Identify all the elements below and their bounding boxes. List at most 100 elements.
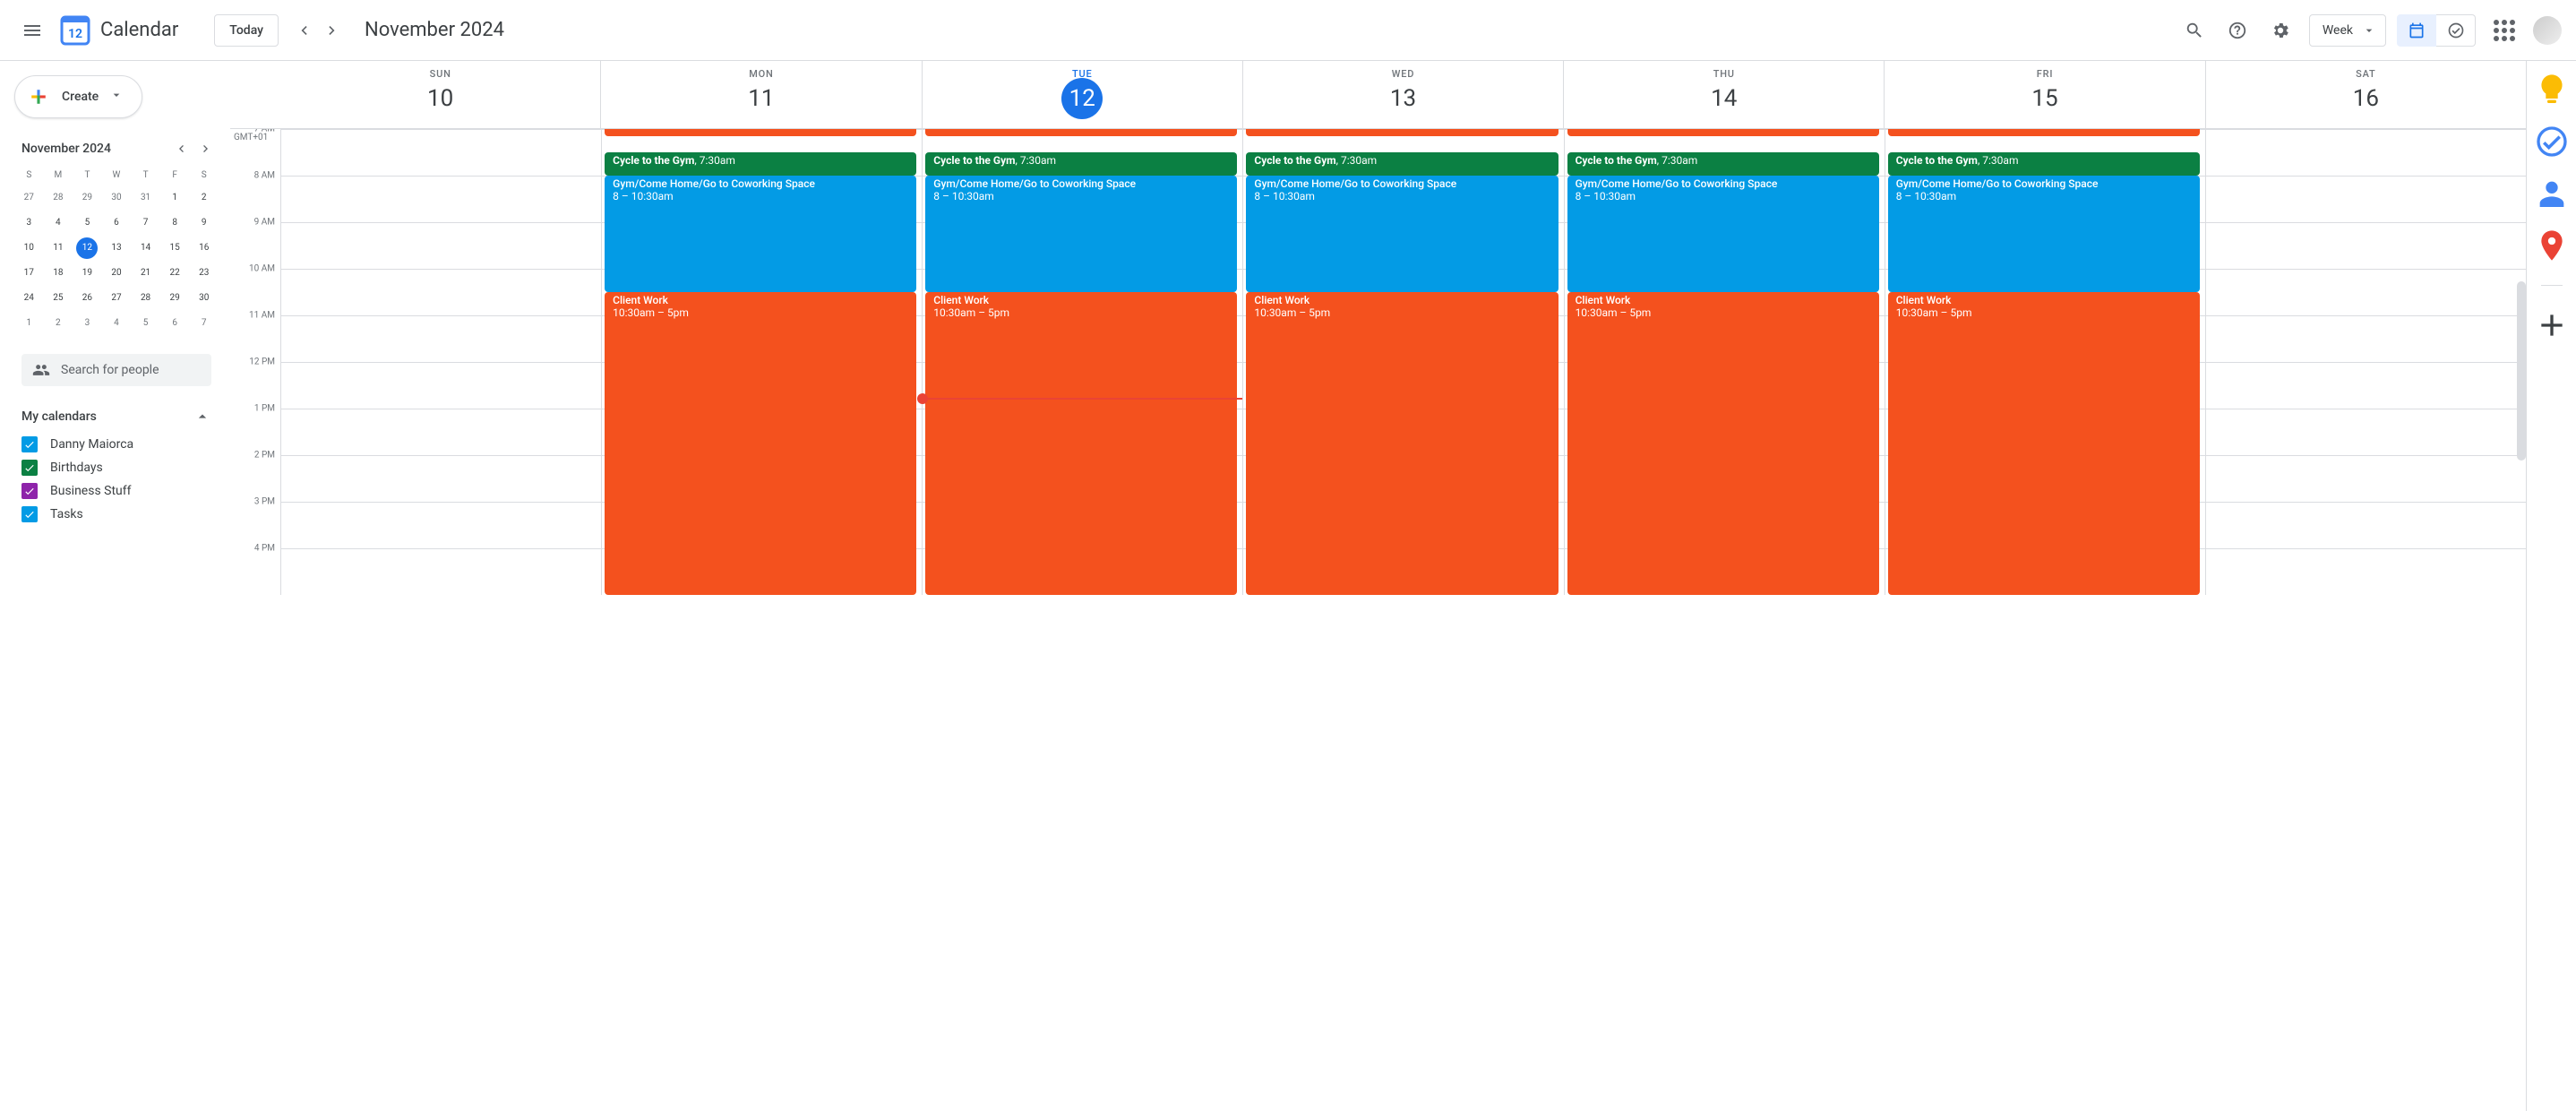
event-block[interactable]: Gym/Come Home/Go to Coworking Space8 – 1…: [1246, 176, 1558, 292]
mini-day[interactable]: 18: [47, 263, 69, 284]
mini-day[interactable]: 6: [164, 313, 185, 334]
mini-day[interactable]: 24: [18, 288, 39, 309]
date-number[interactable]: 14: [1704, 78, 1745, 119]
get-addons-button[interactable]: [2534, 307, 2570, 343]
event-block[interactable]: Client Work10:30am – 5pm: [925, 292, 1237, 595]
date-number[interactable]: 12: [1061, 78, 1103, 119]
account-avatar[interactable]: [2533, 16, 2562, 45]
day-column[interactable]: [2205, 129, 2526, 595]
day-column[interactable]: 6:30 – 7:30amCycle to the Gym, 7:30amGym…: [922, 129, 1242, 595]
view-switcher[interactable]: Week: [2309, 14, 2386, 47]
day-column[interactable]: 6:30 – 7:30amCycle to the Gym, 7:30amGym…: [1564, 129, 1885, 595]
mini-day[interactable]: 3: [18, 212, 39, 234]
day-header[interactable]: FRI15: [1884, 61, 2204, 128]
event-block[interactable]: Cycle to the Gym, 7:30am: [605, 152, 916, 176]
event-block[interactable]: 6:30 – 7:30am: [605, 129, 916, 136]
day-header[interactable]: SAT16: [2205, 61, 2526, 128]
mini-day[interactable]: 12: [76, 237, 98, 259]
event-block[interactable]: Client Work10:30am – 5pm: [1567, 292, 1879, 595]
mini-day[interactable]: 29: [76, 187, 98, 209]
mini-day[interactable]: 31: [135, 187, 157, 209]
prev-period-button[interactable]: [289, 16, 318, 45]
day-column[interactable]: 6:30 – 7:30am Cycle to the Gym, 7:30amGym…: [1885, 129, 2205, 595]
mini-day[interactable]: 5: [76, 212, 98, 234]
mini-day[interactable]: 28: [135, 288, 157, 309]
tasks-app-button[interactable]: [2534, 124, 2570, 159]
my-calendars-toggle[interactable]: My calendars: [7, 400, 219, 433]
mini-day[interactable]: 17: [18, 263, 39, 284]
mini-day[interactable]: 27: [106, 288, 127, 309]
calendar-view-button[interactable]: [2397, 14, 2436, 47]
mini-day[interactable]: 14: [135, 237, 157, 259]
create-button[interactable]: Create: [14, 75, 142, 118]
keep-app-button[interactable]: [2534, 72, 2570, 108]
event-block[interactable]: 6:30 – 7:30am: [1246, 129, 1558, 136]
mini-day[interactable]: 4: [106, 313, 127, 334]
mini-day[interactable]: 8: [164, 212, 185, 234]
date-number[interactable]: 11: [741, 78, 782, 119]
mini-calendar[interactable]: SMTWTFS272829303112345678910111213141516…: [7, 161, 219, 347]
calendar-checkbox[interactable]: [21, 506, 38, 522]
date-number[interactable]: 15: [2024, 78, 2065, 119]
mini-day[interactable]: 29: [164, 288, 185, 309]
event-block[interactable]: Client Work10:30am – 5pm: [1888, 292, 2200, 595]
event-block[interactable]: Cycle to the Gym, 7:30am: [925, 152, 1237, 176]
mini-day[interactable]: 23: [193, 263, 215, 284]
day-header[interactable]: WED13: [1242, 61, 1563, 128]
contacts-app-button[interactable]: [2534, 176, 2570, 211]
day-column[interactable]: 6:30 – 7:30am Cycle to the Gym, 7:30amGym…: [1242, 129, 1563, 595]
event-block[interactable]: Cycle to the Gym, 7:30am: [1567, 152, 1879, 176]
mini-day[interactable]: 2: [193, 187, 215, 209]
calendar-list-item[interactable]: Danny Maiorca: [7, 433, 219, 456]
date-number[interactable]: 10: [420, 78, 461, 119]
settings-button[interactable]: [2259, 9, 2302, 52]
mini-day[interactable]: 1: [18, 313, 39, 334]
mini-prev-button[interactable]: [168, 136, 193, 161]
logo-lockup[interactable]: 12 Calendar: [57, 13, 178, 48]
date-number[interactable]: 16: [2345, 78, 2386, 119]
mini-day[interactable]: 30: [193, 288, 215, 309]
calendar-list-item[interactable]: Tasks: [7, 503, 219, 526]
event-block[interactable]: Cycle to the Gym, 7:30am: [1246, 152, 1558, 176]
day-header[interactable]: SUN10: [280, 61, 600, 128]
next-period-button[interactable]: [318, 16, 347, 45]
main-menu-button[interactable]: [11, 9, 54, 52]
search-button[interactable]: [2173, 9, 2216, 52]
event-block[interactable]: Gym/Come Home/Go to Coworking Space8 – 1…: [1888, 176, 2200, 292]
mini-day[interactable]: 20: [106, 263, 127, 284]
mini-day[interactable]: 2: [47, 313, 69, 334]
mini-day[interactable]: 26: [76, 288, 98, 309]
mini-next-button[interactable]: [193, 136, 219, 161]
event-block[interactable]: 6:30 – 7:30am: [925, 129, 1237, 136]
calendar-list-item[interactable]: Birthdays: [7, 456, 219, 479]
event-block[interactable]: Client Work10:30am – 5pm: [1246, 292, 1558, 595]
day-column[interactable]: [280, 129, 601, 595]
mini-day[interactable]: 10: [18, 237, 39, 259]
google-apps-button[interactable]: [2483, 9, 2526, 52]
today-button[interactable]: Today: [214, 14, 279, 47]
mini-day[interactable]: 27: [18, 187, 39, 209]
event-block[interactable]: Gym/Come Home/Go to Coworking Space8 – 1…: [1567, 176, 1879, 292]
event-block[interactable]: Gym/Come Home/Go to Coworking Space8 – 1…: [605, 176, 916, 292]
mini-day[interactable]: 21: [135, 263, 157, 284]
date-number[interactable]: 13: [1382, 78, 1423, 119]
mini-day[interactable]: 28: [47, 187, 69, 209]
mini-day[interactable]: 25: [47, 288, 69, 309]
day-header[interactable]: TUE12: [922, 61, 1242, 128]
maps-app-button[interactable]: [2534, 228, 2570, 263]
mini-day[interactable]: 16: [193, 237, 215, 259]
mini-day[interactable]: 9: [193, 212, 215, 234]
mini-day[interactable]: 30: [106, 187, 127, 209]
event-block[interactable]: Client Work10:30am – 5pm: [605, 292, 916, 595]
grid-body[interactable]: GMT+01 7 AM8 AM9 AM10 AM11 AM12 PM1 PM2 …: [230, 129, 2526, 1111]
event-block[interactable]: Cycle to the Gym, 7:30am: [1888, 152, 2200, 176]
mini-day[interactable]: 6: [106, 212, 127, 234]
day-header[interactable]: MON11: [600, 61, 921, 128]
mini-day[interactable]: 22: [164, 263, 185, 284]
search-people-input[interactable]: Search for people: [21, 354, 211, 386]
mini-day[interactable]: 13: [106, 237, 127, 259]
tasks-view-button[interactable]: [2436, 14, 2476, 47]
mini-day[interactable]: 7: [135, 212, 157, 234]
day-column[interactable]: 6:30 – 7:30am Cycle to the Gym, 7:30amGym…: [601, 129, 922, 595]
event-block[interactable]: 6:30 – 7:30am: [1888, 129, 2200, 136]
